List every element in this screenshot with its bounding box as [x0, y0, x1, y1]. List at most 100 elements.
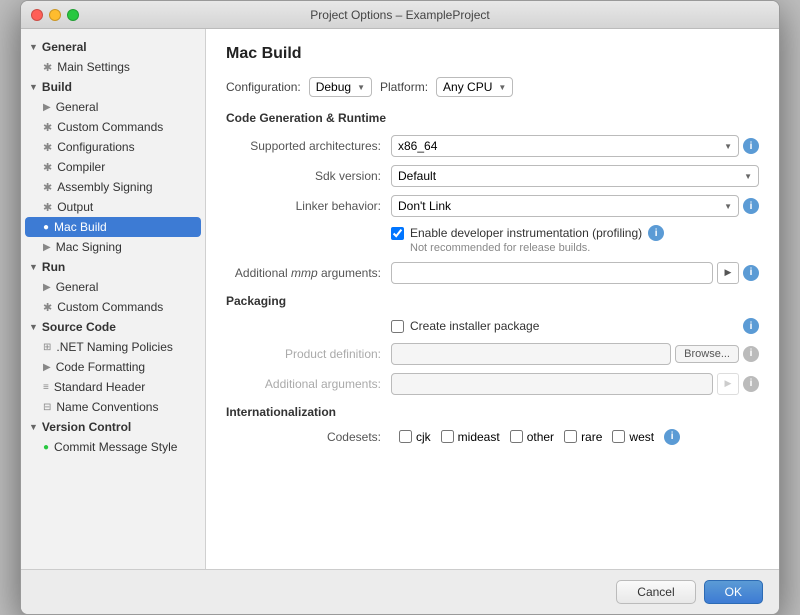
sidebar-item-run-custom-commands[interactable]: ✱ Custom Commands — [21, 297, 205, 317]
product-def-label: Product definition: — [226, 347, 391, 361]
window-controls — [31, 9, 79, 21]
instrumentation-checkbox[interactable] — [391, 227, 404, 240]
browse-button[interactable]: Browse... — [675, 345, 739, 363]
codesets-info-button[interactable]: i — [664, 429, 680, 445]
codeset-mideast-label: mideast — [458, 430, 500, 444]
product-def-input — [391, 343, 671, 365]
sidebar-section-source-code[interactable]: ▼ Source Code — [21, 317, 205, 337]
sidebar-item-label: Assembly Signing — [57, 180, 152, 194]
sidebar-item-standard-header[interactable]: ≡ Standard Header — [21, 377, 205, 397]
mmp-info-button[interactable]: i — [743, 265, 759, 281]
arch-info-button[interactable]: i — [743, 138, 759, 154]
mmp-run-button[interactable]: ▶ — [717, 262, 739, 284]
sidebar-item-main-settings[interactable]: ✱ Main Settings — [21, 57, 205, 77]
triangle-grid-icon: ▶ — [43, 362, 51, 373]
sidebar-item-name-conventions[interactable]: ⊟ Name Conventions — [21, 397, 205, 417]
create-installer-checkbox[interactable] — [391, 320, 404, 333]
product-def-control: Browse... i — [391, 343, 759, 365]
sidebar-item-configurations[interactable]: ✱ Configurations — [21, 137, 205, 157]
triangle-icon: ▶ — [43, 242, 51, 253]
collapse-icon: ▼ — [29, 82, 38, 92]
pkg-args-info-button: i — [743, 376, 759, 392]
configuration-value: Debug — [316, 80, 351, 94]
sidebar-item-code-formatting[interactable]: ▶ Code Formatting — [21, 357, 205, 377]
platform-label: Platform: — [380, 80, 428, 94]
codeset-west-label: west — [629, 430, 654, 444]
packaging-section-header: Packaging — [226, 294, 759, 308]
arch-label: Supported architectures: — [226, 139, 391, 153]
configuration-label: Configuration: — [226, 80, 301, 94]
instrumentation-label: Enable developer instrumentation (profil… — [410, 225, 642, 242]
pkg-args-row: Additional arguments: ▶ i — [226, 373, 759, 395]
sdk-row: Sdk version: Default ▼ — [226, 165, 759, 187]
instrumentation-row: Enable developer instrumentation (profil… — [226, 225, 759, 254]
codeset-cjk-label: cjk — [416, 430, 431, 444]
platform-dropdown[interactable]: Any CPU ▼ — [436, 77, 513, 97]
sidebar-section-run[interactable]: ▼ Run — [21, 257, 205, 277]
sidebar-item-mac-build[interactable]: ● Mac Build — [25, 217, 201, 237]
sidebar-item-label: Commit Message Style — [54, 440, 177, 454]
mmp-row: Additional mmp arguments: ▶ i — [226, 262, 759, 284]
codeset-mideast-checkbox[interactable] — [441, 430, 454, 443]
pkg-args-input — [391, 373, 713, 395]
ok-button[interactable]: OK — [704, 580, 763, 604]
sidebar-item-run-general[interactable]: ▶ General — [21, 277, 205, 297]
codeset-other-checkbox[interactable] — [510, 430, 523, 443]
configuration-dropdown[interactable]: Debug ▼ — [309, 77, 372, 97]
sidebar-item-output[interactable]: ✱ Output — [21, 197, 205, 217]
page-title: Mac Build — [226, 45, 759, 63]
intl-section-header: Internationalization — [226, 405, 759, 419]
sidebar-item-label: Code Formatting — [56, 360, 145, 374]
linker-value: Don't Link — [398, 199, 451, 213]
mmp-input[interactable] — [391, 262, 713, 284]
arch-select[interactable]: x86_64 ▼ — [391, 135, 739, 157]
gear-icon: ✱ — [43, 61, 52, 74]
sidebar-section-version-control[interactable]: ▼ Version Control — [21, 417, 205, 437]
sidebar-item-label: Name Conventions — [56, 400, 158, 414]
create-installer-info-button[interactable]: i — [743, 318, 759, 334]
minimize-button[interactable] — [49, 9, 61, 21]
select-arrow-icon: ▼ — [724, 202, 732, 211]
footer: Cancel OK — [21, 569, 779, 614]
linker-select[interactable]: Don't Link ▼ — [391, 195, 739, 217]
sidebar-item-commit-message[interactable]: ● Commit Message Style — [21, 437, 205, 457]
mmp-label: Additional mmp arguments: — [226, 266, 391, 280]
sidebar-item-label: Mac Signing — [56, 240, 122, 254]
grid2-icon: ⊟ — [43, 402, 51, 413]
sidebar-item-build-general[interactable]: ▶ General — [21, 97, 205, 117]
sidebar-item-custom-commands[interactable]: ✱ Custom Commands — [21, 117, 205, 137]
sidebar-item-net-naming[interactable]: ⊞ .NET Naming Policies — [21, 337, 205, 357]
sidebar-item-compiler[interactable]: ✱ Compiler — [21, 157, 205, 177]
sidebar-item-label: Configurations — [57, 140, 134, 154]
sidebar-section-build[interactable]: ▼ Build — [21, 77, 205, 97]
mmp-control: ▶ i — [391, 262, 759, 284]
close-button[interactable] — [31, 9, 43, 21]
titlebar: Project Options – ExampleProject — [21, 1, 779, 29]
triangle-icon: ▶ — [43, 282, 51, 293]
sdk-select[interactable]: Default ▼ — [391, 165, 759, 187]
gear-icon: ✱ — [43, 201, 52, 214]
codeset-rare-checkbox[interactable] — [564, 430, 577, 443]
sidebar-item-mac-signing[interactable]: ▶ Mac Signing — [21, 237, 205, 257]
sidebar-item-label: .NET Naming Policies — [56, 340, 172, 354]
instrumentation-sublabel: Not recommended for release builds. — [410, 242, 642, 254]
sidebar-item-assembly-signing[interactable]: ✱ Assembly Signing — [21, 177, 205, 197]
instrumentation-info-button[interactable]: i — [648, 225, 664, 241]
dropdown-arrow-icon: ▼ — [498, 83, 506, 92]
create-installer-label: Create installer package — [410, 318, 539, 335]
gear-icon: ✱ — [43, 141, 52, 154]
sidebar: ▼ General ✱ Main Settings ▼ Build ▶ Gene… — [21, 29, 206, 569]
arch-control: x86_64 ▼ i — [391, 135, 759, 157]
sidebar-section-source-code-label: Source Code — [42, 320, 116, 334]
sidebar-item-label: Output — [57, 200, 93, 214]
gear-icon: ✱ — [43, 301, 52, 314]
maximize-button[interactable] — [67, 9, 79, 21]
cancel-button[interactable]: Cancel — [616, 580, 695, 604]
codeset-cjk-checkbox[interactable] — [399, 430, 412, 443]
linker-info-button[interactable]: i — [743, 198, 759, 214]
instrumentation-label-container: Enable developer instrumentation (profil… — [410, 225, 642, 254]
arch-row: Supported architectures: x86_64 ▼ i — [226, 135, 759, 157]
codeset-west-checkbox[interactable] — [612, 430, 625, 443]
sidebar-section-general[interactable]: ▼ General — [21, 37, 205, 57]
sidebar-item-label: Custom Commands — [57, 120, 163, 134]
